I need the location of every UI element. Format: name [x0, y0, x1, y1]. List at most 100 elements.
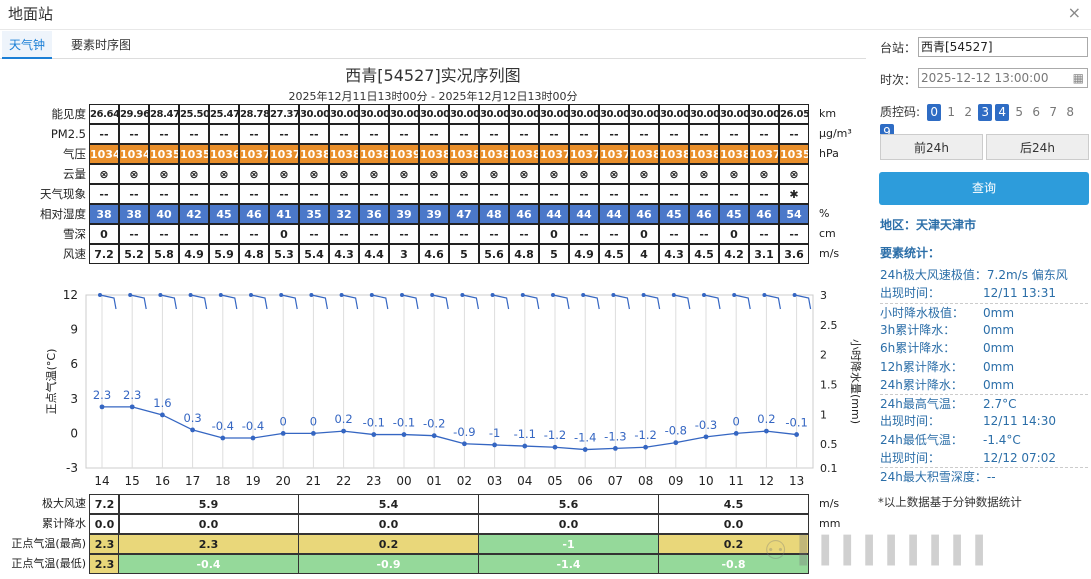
stat-item: 小时降水极值： 0mm: [880, 302, 1088, 322]
wind-barb-dot: [309, 293, 314, 297]
table-cell: 4.9: [179, 244, 209, 264]
tab-element-series[interactable]: 要素时序图: [64, 31, 138, 59]
data-label: 0.2: [334, 412, 352, 426]
table-cell: 4.3: [329, 244, 359, 264]
table-cell: 46: [689, 204, 719, 224]
x-tick-label: 21: [306, 474, 321, 488]
table-cell: --: [689, 124, 719, 144]
table-cell: 1035: [149, 144, 179, 164]
qc-code-button[interactable]: 5: [1012, 104, 1026, 121]
table-cell: ⊗: [659, 164, 689, 184]
table-cell: --: [329, 124, 359, 144]
table-cell: 45: [209, 204, 239, 224]
stat-item: 6h累计降水： 0mm: [880, 339, 1088, 357]
stat-key: 出现时间：: [880, 286, 941, 301]
summary-row: 正点气温(最低) 2.3 -0.4 -0.9 -1.4 -0.8: [0, 554, 866, 574]
table-cell: 30.00: [689, 104, 719, 124]
qc-code-button[interactable]: 7: [1046, 104, 1060, 121]
wind-barb-dot: [339, 293, 344, 297]
row-label: 能见度: [51, 107, 87, 121]
stat-item: 24h累计降水： 0mm: [880, 376, 1088, 394]
side-panel: 台站： 西青[54527] 时次： 2025-12-12 13:00:00 ▦ …: [870, 31, 1091, 579]
close-icon[interactable]: ×: [1068, 3, 1081, 22]
table-cell: ⊗: [419, 164, 449, 184]
data-point: [311, 431, 316, 436]
y-tick-label: 3: [70, 392, 78, 406]
table-cell: 0.0: [298, 514, 479, 534]
table-cell: 1035: [179, 144, 209, 164]
next-24h-button[interactable]: 后24h: [986, 134, 1089, 160]
table-cell: 45: [719, 204, 749, 224]
prev-24h-button[interactable]: 前24h: [880, 134, 983, 160]
table-cell: 4.8: [239, 244, 269, 264]
table-cell: 0.2: [298, 534, 479, 554]
table-cell: 5.4: [299, 244, 329, 264]
table-cell: --: [359, 184, 389, 204]
stat-key: 小时降水极值：: [880, 305, 965, 320]
stats-note: *以上数据基于分钟数据统计: [878, 495, 1022, 509]
y2-tick-label: 1: [820, 408, 827, 421]
calendar-icon[interactable]: ▦: [1073, 69, 1084, 87]
wind-barb-dot: [520, 293, 525, 297]
table-cell: -0.9: [298, 554, 479, 574]
table-cell: 27.37: [269, 104, 299, 124]
stat-key: 24h最大积雪深度：--: [880, 470, 996, 485]
row-unit: m/s: [819, 497, 840, 510]
table-cell: 2.3: [118, 534, 299, 554]
table-cell: --: [449, 124, 479, 144]
table-cell: 30.00: [659, 104, 689, 124]
data-label: -0.3: [695, 418, 717, 432]
table-cell: --: [179, 184, 209, 204]
table-cell: --: [299, 124, 329, 144]
table-cell: --: [299, 224, 329, 244]
stat-key: 出现时间：: [880, 451, 941, 465]
station-input[interactable]: 西青[54527]: [918, 37, 1088, 57]
table-cell: 38: [119, 204, 149, 224]
table-cell: ⊗: [329, 164, 359, 184]
data-label: 1.6: [153, 396, 171, 410]
wind-barb-dot: [792, 293, 797, 297]
table-cell: --: [419, 184, 449, 204]
clock-row: 相对湿度 38 38 40 42 45 46 41 35 32 36 39 39 47 48 46 44 44 44…: [0, 204, 866, 224]
table-cell: --: [689, 184, 719, 204]
table-cell: --: [479, 124, 509, 144]
table-cell: 26.64: [89, 104, 119, 124]
clock-row: PM2.5 -- -- -- -- -- -- -- -- -- -- -- -- -- -- -- -- -- -…: [0, 124, 866, 144]
table-cell: 1038: [299, 144, 329, 164]
query-button[interactable]: 查询: [879, 172, 1089, 205]
data-point: [582, 447, 588, 452]
stat-item: 出现时间： 12/12 07:02: [880, 449, 1088, 467]
table-cell: 5.6: [478, 494, 659, 514]
qc-label: 质控码:: [880, 105, 921, 119]
qc-code-button[interactable]: 4: [995, 104, 1010, 121]
table-cell: ⊗: [689, 164, 719, 184]
table-cell: ⊗: [479, 164, 509, 184]
y2-tick-label: 2: [820, 349, 827, 362]
data-point: [673, 440, 679, 446]
qc-code-button[interactable]: 3: [978, 104, 993, 121]
x-tick-label: 01: [427, 474, 442, 488]
wind-barb-dot: [762, 293, 767, 297]
qc-code-button[interactable]: 1: [944, 104, 958, 121]
stat-item: 出现时间： 12/11 14:30: [880, 412, 1088, 430]
time-input[interactable]: 2025-12-12 13:00:00 ▦: [918, 68, 1088, 88]
table-cell: 0: [269, 224, 299, 244]
table-cell: ⊗: [749, 164, 779, 184]
x-tick-label: 10: [698, 474, 713, 488]
qc-code-button[interactable]: 8: [1063, 104, 1077, 121]
data-point: [552, 444, 558, 450]
table-cell: --: [209, 124, 239, 144]
table-cell: 0.0: [658, 514, 809, 534]
chart-title: 西青[54527]实况序列图: [345, 66, 521, 85]
y-tick-label: 0: [70, 426, 78, 440]
y-tick-label: 12: [63, 288, 78, 302]
data-point: [462, 441, 467, 447]
qc-code-button[interactable]: 2: [961, 104, 975, 121]
qc-code-button[interactable]: 6: [1029, 104, 1043, 121]
table-cell: -0.4: [118, 554, 299, 574]
data-label: -1.2: [634, 428, 656, 442]
qc-code-button[interactable]: 0: [927, 104, 942, 121]
x-tick-label: 03: [487, 474, 502, 488]
row-unit: m/s: [819, 247, 840, 260]
tab-weather-clock[interactable]: 天气钟: [2, 31, 53, 59]
